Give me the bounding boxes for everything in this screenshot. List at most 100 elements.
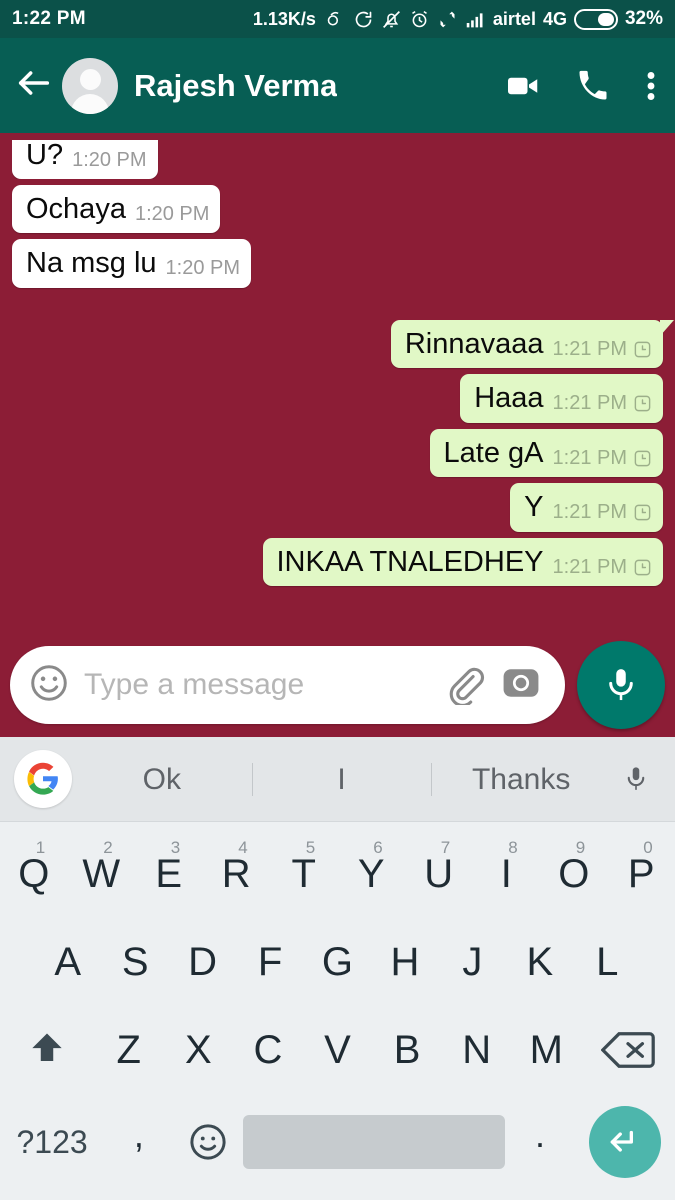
key-num: 4: [238, 838, 248, 857]
backspace-key-icon[interactable]: [581, 1006, 675, 1094]
chat-bubble-outgoing[interactable]: Haaa 1:21 PM: [460, 374, 663, 423]
key-v[interactable]: V: [303, 1006, 373, 1094]
rotate-icon: [325, 9, 346, 30]
chat-bubble-outgoing[interactable]: Rinnavaaa 1:21 PM: [390, 319, 674, 369]
enter-key[interactable]: [575, 1106, 675, 1178]
attach-paperclip-icon[interactable]: [441, 661, 485, 710]
key-p[interactable]: 0P: [608, 830, 675, 918]
key-h[interactable]: H: [371, 918, 438, 1006]
suggestion-item[interactable]: I: [251, 737, 432, 822]
phone-call-icon[interactable]: [575, 68, 611, 104]
key-label: T: [291, 851, 316, 896]
message-text: INKAA TNALEDHEY: [276, 545, 544, 578]
video-call-icon[interactable]: [505, 68, 541, 104]
key-n[interactable]: N: [442, 1006, 512, 1094]
sync-icon: [353, 9, 374, 30]
chat-bubble-incoming[interactable]: U? 1:20 PM: [12, 139, 158, 179]
message-input-placeholder[interactable]: Type a message: [84, 668, 427, 702]
key-t[interactable]: 5T: [270, 830, 338, 918]
message-input-pill[interactable]: Type a message: [10, 646, 565, 724]
message-row: Y 1:21 PM: [12, 483, 663, 532]
pending-clock-icon: [633, 394, 652, 413]
suggestions: Ok I Thanks: [72, 737, 611, 821]
alarm-icon: [409, 9, 430, 30]
emoji-icon[interactable]: [28, 662, 70, 709]
chat-bubble-incoming[interactable]: Na msg lu 1:20 PM: [12, 239, 252, 288]
signal-bars-icon: [465, 9, 486, 30]
battery-percent: 32%: [624, 8, 663, 29]
keyboard-row-4: ?123 , .: [0, 1094, 675, 1190]
message-row: U? 1:20 PM: [12, 133, 663, 179]
key-e[interactable]: 3E: [135, 830, 203, 918]
key-x[interactable]: X: [164, 1006, 234, 1094]
message-time: 1:20 PM: [72, 148, 147, 171]
key-o[interactable]: 9O: [540, 830, 608, 918]
key-r[interactable]: 4R: [203, 830, 271, 918]
bubble-tail: [660, 319, 674, 340]
key-label: Q: [18, 851, 50, 896]
key-u[interactable]: 7U: [405, 830, 473, 918]
status-icons: 1.13K/s airtel 4G 32%: [253, 8, 663, 30]
key-w[interactable]: 2W: [68, 830, 136, 918]
message-meta: 1:21 PM: [553, 501, 652, 524]
key-z[interactable]: Z: [94, 1006, 164, 1094]
period-key[interactable]: .: [505, 1114, 574, 1170]
symbols-key[interactable]: ?123: [0, 1124, 104, 1161]
voice-input-icon[interactable]: [611, 763, 661, 795]
shift-key-icon[interactable]: [0, 1006, 94, 1094]
chat-bubble-incoming[interactable]: Ochaya 1:20 PM: [12, 185, 221, 234]
comma-key[interactable]: ,: [104, 1114, 173, 1170]
key-m[interactable]: M: [512, 1006, 582, 1094]
chat-bubble-outgoing[interactable]: Late gA 1:21 PM: [429, 428, 663, 478]
emoji-key-icon[interactable]: [174, 1121, 243, 1163]
key-num: 8: [508, 838, 518, 857]
message-meta: 1:21 PM: [553, 338, 652, 361]
key-g[interactable]: G: [304, 918, 371, 1006]
key-label: E: [155, 851, 183, 896]
contact-name[interactable]: Rajesh Verma: [134, 68, 337, 104]
key-b[interactable]: B: [372, 1006, 442, 1094]
key-a[interactable]: A: [34, 918, 101, 1006]
key-f[interactable]: F: [236, 918, 303, 1006]
key-q[interactable]: 1Q: [0, 830, 68, 918]
message-row: Late gA 1:21 PM: [12, 428, 663, 478]
microphone-button[interactable]: [577, 641, 665, 729]
enter-key-icon[interactable]: [588, 1106, 661, 1178]
back-arrow-icon[interactable]: [14, 63, 54, 108]
message-text: Na msg lu: [26, 247, 157, 280]
message-row: Rinnavaaa 1:21 PM: [12, 319, 674, 369]
key-k[interactable]: K: [506, 918, 573, 1006]
key-num: 9: [575, 838, 586, 857]
avatar[interactable]: [62, 57, 118, 114]
key-rows: 1Q 2W 3E 4R 5T 6Y 7U 8I 9O 0P A S D F G …: [0, 822, 675, 1200]
google-logo-icon[interactable]: [14, 750, 72, 808]
overflow-menu-icon[interactable]: [645, 68, 657, 104]
key-l[interactable]: L: [574, 918, 641, 1006]
status-time: 1:22 PM: [12, 8, 86, 29]
key-label: Y: [357, 851, 385, 896]
network-speed: 1.13K/s: [252, 8, 316, 29]
message-time: 1:21 PM: [552, 555, 627, 578]
key-label: I: [500, 851, 512, 896]
message-time: 1:20 PM: [165, 257, 241, 280]
suggestion-item[interactable]: Ok: [72, 737, 252, 822]
bell-muted-icon: [381, 9, 402, 30]
key-j[interactable]: J: [439, 918, 506, 1006]
carrier-name: airtel: [492, 8, 536, 29]
message-time: 1:21 PM: [552, 501, 627, 524]
key-s[interactable]: S: [101, 918, 168, 1006]
key-y[interactable]: 6Y: [338, 830, 406, 918]
message-text: Rinnavaaa: [404, 327, 544, 360]
chat-messages[interactable]: U? 1:20 PM Ochaya 1:20 PM Na msg lu 1:20…: [0, 133, 675, 633]
key-c[interactable]: C: [233, 1006, 303, 1094]
camera-icon[interactable]: [499, 661, 543, 710]
message-meta: 1:21 PM: [553, 556, 652, 579]
chat-bubble-outgoing[interactable]: Y 1:21 PM: [510, 483, 663, 532]
key-i[interactable]: 8I: [473, 830, 541, 918]
chat-bubble-outgoing[interactable]: INKAA TNALEDHEY 1:21 PM: [262, 537, 663, 587]
keyboard: Ok I Thanks 1Q 2W 3E 4R 5T 6Y 7U 8 I 9 O…: [0, 737, 675, 1200]
message-row: Haaa 1:21 PM: [12, 374, 663, 423]
space-bar[interactable]: [242, 1115, 506, 1169]
suggestion-item[interactable]: Thanks: [431, 737, 611, 822]
key-d[interactable]: D: [169, 918, 236, 1006]
